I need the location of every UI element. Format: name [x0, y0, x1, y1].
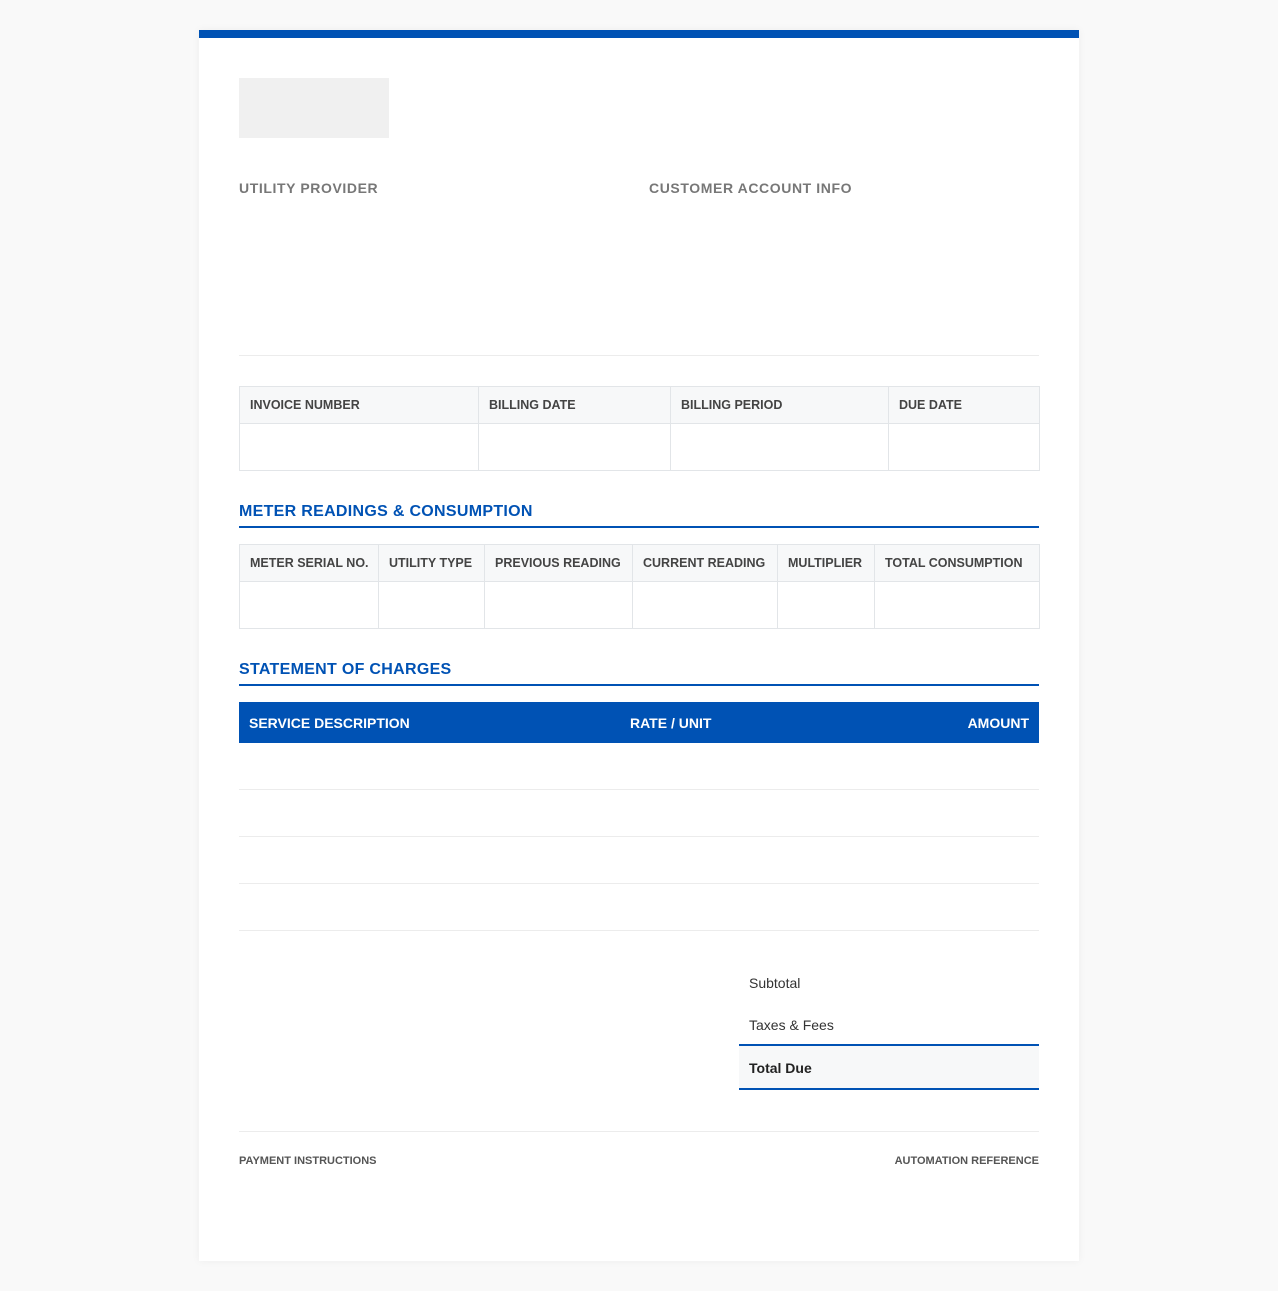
- meter-serial-cell: [239, 581, 379, 629]
- charges-section-rule: [239, 684, 1039, 686]
- meter-section-rule: [239, 526, 1039, 528]
- header-rate-unit: RATE / UNIT: [630, 715, 712, 731]
- due-date-cell: [888, 423, 1040, 471]
- charge-row: [239, 884, 1039, 931]
- meter-header-row: METER SERIAL NO. UTILITY TYPE PREVIOUS R…: [239, 544, 1040, 582]
- billing-period-cell: [670, 423, 889, 471]
- multiplier-cell: [777, 581, 875, 629]
- invoice-header-row: INVOICE NUMBER BILLING DATE BILLING PERI…: [239, 386, 1040, 424]
- header-invoice-number: INVOICE NUMBER: [239, 386, 479, 424]
- bill-page: UTILITY PROVIDER CUSTOMER ACCOUNT INFO I…: [199, 30, 1079, 1261]
- taxes-fees-label: Taxes & Fees: [749, 1017, 834, 1033]
- provider-label: UTILITY PROVIDER: [239, 180, 379, 196]
- logo-placeholder: [239, 78, 389, 138]
- total-consumption-cell: [874, 581, 1040, 629]
- header-service-description: SERVICE DESCRIPTION: [249, 715, 410, 731]
- utility-type-cell: [378, 581, 485, 629]
- payment-instructions-label: PAYMENT INSTRUCTIONS: [239, 1155, 377, 1167]
- footer-divider: [239, 1131, 1039, 1132]
- header-amount: AMOUNT: [967, 715, 1029, 731]
- customer-label: CUSTOMER ACCOUNT INFO: [649, 180, 853, 196]
- meter-section-title: METER READINGS & CONSUMPTION: [239, 503, 533, 520]
- divider: [239, 355, 1039, 356]
- header-previous-reading: PREVIOUS READING: [484, 544, 633, 582]
- current-reading-cell: [632, 581, 778, 629]
- header-billing-period: BILLING PERIOD: [670, 386, 889, 424]
- meter-readings-table: METER SERIAL NO. UTILITY TYPE PREVIOUS R…: [239, 544, 1040, 629]
- accent-top-bar: [199, 30, 1079, 38]
- charge-row: [239, 743, 1039, 790]
- automation-reference-label: AUTOMATION REFERENCE: [894, 1155, 1039, 1167]
- charge-row: [239, 837, 1039, 884]
- meter-value-row: [239, 581, 1040, 629]
- invoice-info-table: INVOICE NUMBER BILLING DATE BILLING PERI…: [239, 386, 1040, 471]
- subtotal-label: Subtotal: [749, 975, 801, 991]
- previous-reading-cell: [484, 581, 633, 629]
- header-multiplier: MULTIPLIER: [777, 544, 875, 582]
- header-meter-serial: METER SERIAL NO.: [239, 544, 379, 582]
- charges-section-title: STATEMENT OF CHARGES: [239, 661, 452, 678]
- header-utility-type: UTILITY TYPE: [378, 544, 485, 582]
- invoice-value-row: [239, 423, 1040, 471]
- total-due-row: Total Due: [739, 1044, 1039, 1090]
- header-due-date: DUE DATE: [888, 386, 1040, 424]
- header-billing-date: BILLING DATE: [478, 386, 671, 424]
- charge-row: [239, 790, 1039, 837]
- charges-header-row: SERVICE DESCRIPTION RATE / UNIT AMOUNT: [239, 702, 1039, 743]
- invoice-number-cell: [239, 423, 479, 471]
- total-due-label: Total Due: [749, 1060, 812, 1076]
- billing-date-cell: [478, 423, 671, 471]
- header-total-consumption: TOTAL CONSUMPTION: [874, 544, 1040, 582]
- header-current-reading: CURRENT READING: [632, 544, 778, 582]
